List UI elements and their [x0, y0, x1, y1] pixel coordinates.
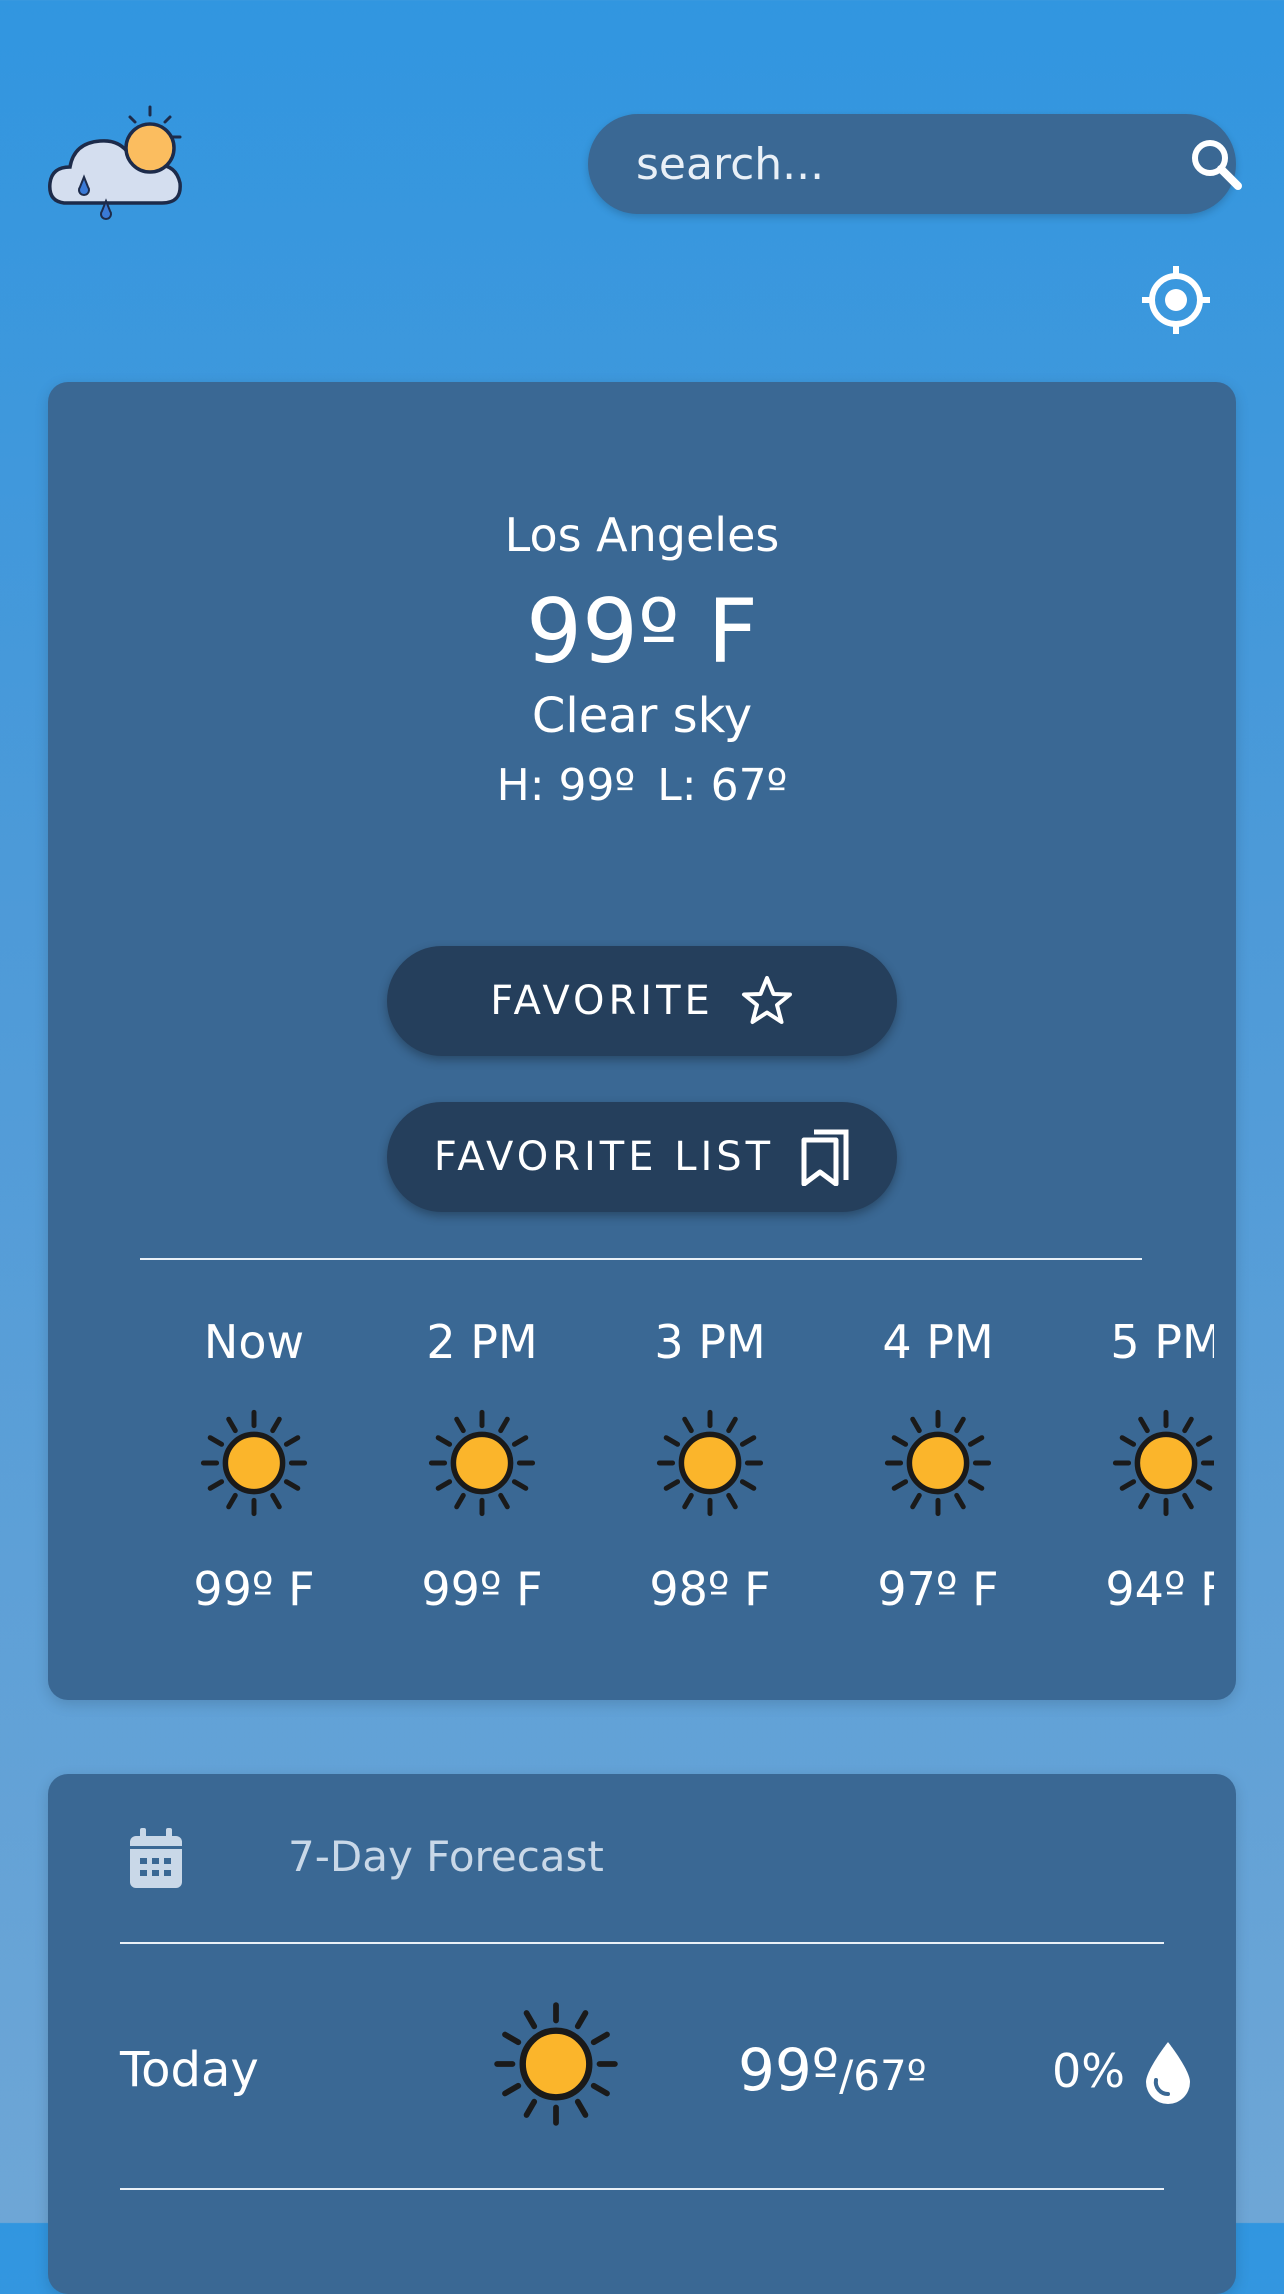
hourly-item: 2 PM 99º F — [368, 1312, 596, 1616]
current-weather-card: Los Angeles 99º F Clear sky H: 99º L: 67… — [48, 382, 1236, 1700]
weather-description: Clear sky — [531, 688, 753, 744]
hour-temp: 94º F — [1105, 1562, 1214, 1616]
water-drop-icon — [1146, 2042, 1190, 2104]
hour-temp: 97º F — [877, 1562, 999, 1616]
forecast-title: 7-Day Forecast — [288, 1832, 604, 1881]
city-name: Los Angeles — [504, 508, 780, 562]
hour-time: 2 PM — [426, 1315, 538, 1369]
forecast-day-row: Today 99º/67º 0% — [120, 1964, 1190, 2174]
divider — [140, 1258, 1142, 1260]
hourly-forecast: Now 99º F 2 PM 99º F 3 PM 98º F 4 PM 97º… — [140, 1312, 1214, 1632]
precipitation-chance: 0% — [1052, 2044, 1125, 2098]
search-icon — [1192, 140, 1242, 190]
high-low: H: 99º L: 67º — [48, 760, 1236, 811]
favorite-list-label: FAVORITE LIST — [433, 1134, 775, 1180]
low-temp: L: 67º — [657, 760, 788, 811]
hour-temp: 99º F — [421, 1562, 543, 1616]
app-logo — [44, 103, 204, 223]
day-low: /67º — [839, 2051, 927, 2100]
sun-icon — [1112, 1409, 1214, 1517]
favorite-label: FAVORITE — [490, 978, 714, 1024]
sun-icon — [656, 1409, 764, 1517]
divider — [120, 1942, 1164, 1944]
divider — [120, 2188, 1164, 2190]
cloud-sun-rain-icon — [48, 105, 182, 220]
hour-time: 4 PM — [882, 1315, 994, 1369]
current-temperature: 99º F — [525, 580, 759, 683]
favorite-button[interactable]: FAVORITE — [387, 946, 897, 1056]
hourly-item: 4 PM 97º F — [824, 1312, 1052, 1616]
search-button[interactable] — [1186, 114, 1246, 214]
hourly-item: Now 99º F — [140, 1312, 368, 1616]
hourly-item: 3 PM 98º F — [596, 1312, 824, 1616]
sun-icon — [200, 1409, 308, 1517]
bookmarks-icon — [801, 1129, 849, 1186]
hourly-item: 5 PM 94º F — [1052, 1312, 1214, 1616]
calendar-icon — [130, 1828, 182, 1888]
search-bar — [588, 113, 1242, 215]
sun-icon — [884, 1409, 992, 1517]
day-name: Today — [120, 2042, 259, 2098]
day-temperature: 99º/67º — [738, 2036, 927, 2104]
hour-time: 5 PM — [1110, 1315, 1214, 1369]
high-temp: H: 99º — [496, 760, 636, 811]
hour-time: 3 PM — [654, 1315, 766, 1369]
hour-temp: 99º F — [193, 1562, 315, 1616]
search-input[interactable] — [588, 113, 1186, 215]
seven-day-forecast-card: 7-Day Forecast Today 99º/67º 0% — [48, 1774, 1236, 2294]
sun-icon — [428, 1409, 536, 1517]
favorite-list-button[interactable]: FAVORITE LIST — [387, 1102, 897, 1212]
day-high: 99º — [738, 2036, 840, 2104]
hour-time: Now — [203, 1315, 305, 1369]
sun-icon — [494, 2002, 618, 2126]
crosshair-location-icon — [1142, 266, 1210, 334]
star-icon — [741, 976, 792, 1024]
hour-temp: 98º F — [649, 1562, 771, 1616]
locate-button[interactable] — [1142, 266, 1210, 334]
